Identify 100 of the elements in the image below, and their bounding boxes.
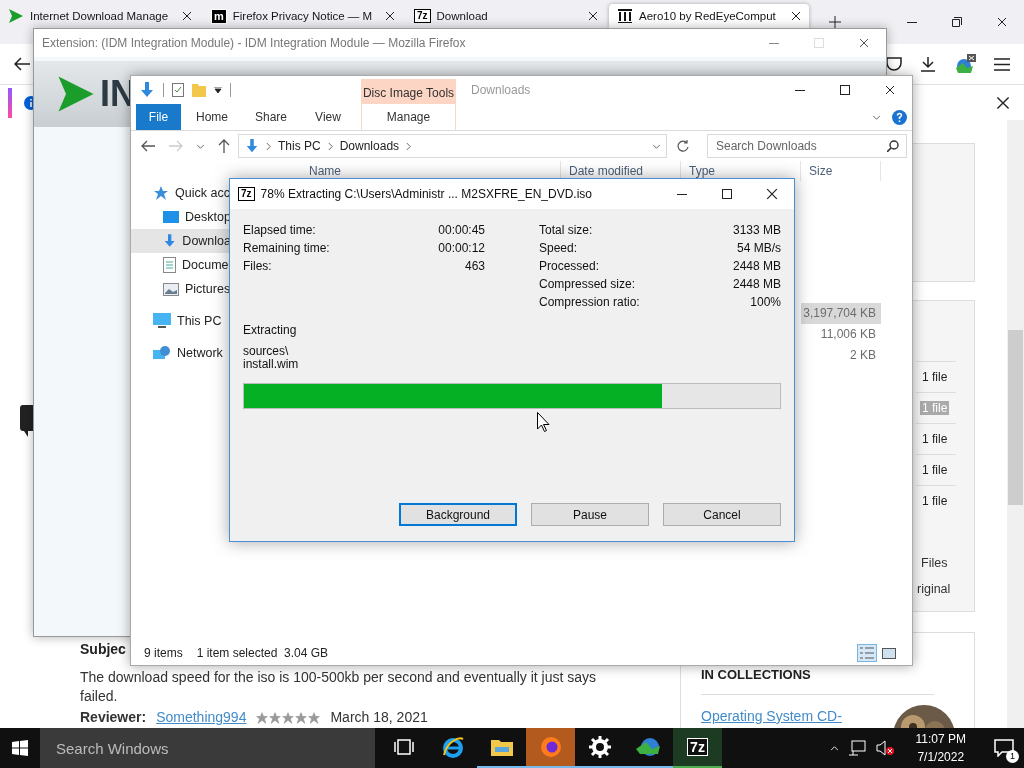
refresh-icon[interactable] bbox=[677, 140, 689, 152]
search-field[interactable]: Search Downloads bbox=[707, 134, 907, 158]
back-icon[interactable] bbox=[14, 57, 30, 71]
nav-item[interactable]: Quick acc bbox=[131, 181, 231, 205]
breadcrumb-item[interactable]: Downloads bbox=[339, 139, 400, 153]
close-tab-icon[interactable] bbox=[182, 11, 192, 21]
close-icon[interactable] bbox=[996, 17, 1007, 27]
file-count: 1 file bbox=[921, 432, 949, 446]
browser-tab[interactable]: Aero10 by RedEyeComput bbox=[609, 4, 809, 28]
dropdown-icon[interactable] bbox=[214, 87, 222, 93]
folder-icon bbox=[490, 738, 513, 756]
browser-tab[interactable]: 7z Download bbox=[406, 4, 606, 28]
taskbar-app[interactable]: 7z bbox=[673, 728, 722, 768]
nav-item[interactable]: Desktop bbox=[131, 205, 231, 229]
document-icon bbox=[163, 257, 176, 273]
help-icon[interactable] bbox=[892, 109, 907, 125]
desktop-icon bbox=[163, 210, 179, 224]
nav-item[interactable]: This PC bbox=[131, 309, 231, 333]
clock-date[interactable]: 7/1/2022 bbox=[917, 748, 965, 766]
close-icon[interactable] bbox=[765, 188, 778, 200]
reviewer-link[interactable]: Something994 bbox=[156, 708, 247, 727]
chevron-icon bbox=[405, 142, 413, 150]
star-icon bbox=[282, 711, 295, 724]
stat-value: 3133 MB bbox=[732, 223, 781, 237]
start-icon[interactable] bbox=[12, 740, 28, 756]
nav-item[interactable]: Pictures bbox=[131, 277, 231, 301]
download-arrow-icon bbox=[245, 139, 259, 153]
section-heading: IN COLLECTIONS bbox=[701, 667, 812, 682]
scrollbar[interactable] bbox=[1007, 120, 1024, 728]
ribbon-tab[interactable]: File bbox=[136, 104, 181, 130]
logo-arrow-icon bbox=[56, 74, 96, 114]
operation-label: Extracting bbox=[243, 323, 298, 337]
close-tab-icon[interactable] bbox=[791, 11, 801, 21]
star-icon bbox=[308, 711, 321, 724]
minimize-icon[interactable] bbox=[906, 21, 917, 23]
restore-icon[interactable] bbox=[951, 17, 962, 27]
properties-icon[interactable] bbox=[172, 83, 184, 97]
star-icon bbox=[256, 711, 269, 724]
status-text: 1 item selected 3.04 GB bbox=[196, 646, 329, 660]
ribbon-tab[interactable]: Manage bbox=[361, 104, 456, 130]
fox-globe-icon bbox=[538, 735, 563, 759]
nav-item[interactable]: Network bbox=[131, 341, 231, 365]
browser-e-icon bbox=[440, 735, 465, 759]
network-icon[interactable] bbox=[847, 740, 866, 756]
picture-icon bbox=[163, 282, 179, 296]
context-tab-group: Disc Image Tools bbox=[361, 79, 456, 107]
window-title: Downloads bbox=[471, 83, 531, 97]
back-icon[interactable] bbox=[141, 140, 155, 152]
menu-icon[interactable] bbox=[994, 57, 1010, 71]
breadcrumb-item[interactable]: This PC bbox=[278, 139, 321, 153]
minimize-icon[interactable] bbox=[676, 193, 687, 195]
stat-value: 54 MB/s bbox=[737, 241, 781, 255]
close-icon[interactable] bbox=[858, 38, 869, 48]
computer-icon bbox=[153, 313, 171, 329]
review-date: March 18, 2021 bbox=[330, 708, 428, 727]
close-tab-icon[interactable] bbox=[385, 11, 395, 21]
speech-bubble-icon bbox=[20, 405, 34, 437]
stat-value: 463 bbox=[464, 259, 485, 273]
clock-time[interactable]: 11:07 PM bbox=[915, 730, 966, 748]
status-text: 9 items bbox=[144, 646, 183, 660]
files-link[interactable]: Files bbox=[921, 556, 974, 570]
column-header[interactable]: Size bbox=[801, 161, 881, 181]
dialog-button[interactable]: Cancel bbox=[663, 503, 781, 526]
stat-value: 100% bbox=[750, 295, 781, 309]
original-link[interactable]: riginal bbox=[917, 582, 974, 596]
browser-tab[interactable]: m Firefox Privacy Notice — M bbox=[203, 4, 403, 28]
file-path: sources\ bbox=[243, 345, 290, 358]
speaker-muted-icon[interactable] bbox=[875, 740, 894, 756]
stat-label: Compression ratio: bbox=[539, 295, 640, 309]
stat-label: Speed: bbox=[539, 241, 578, 255]
dialog-button[interactable]: Pause bbox=[531, 503, 649, 526]
pocket-icon[interactable] bbox=[886, 56, 902, 72]
arrow-icon bbox=[8, 8, 24, 24]
maximize-icon[interactable] bbox=[839, 85, 850, 95]
notification-icon[interactable] bbox=[994, 739, 1014, 757]
search-field[interactable]: Search Windows bbox=[40, 728, 375, 768]
close-icon[interactable] bbox=[884, 85, 895, 95]
settings-icon bbox=[588, 736, 611, 758]
stat-value: 00:00:12 bbox=[438, 241, 485, 255]
close-tab-icon[interactable] bbox=[588, 11, 598, 21]
nav-item[interactable]: Docume bbox=[131, 253, 231, 277]
notification-count: 1 bbox=[1006, 750, 1019, 763]
dialog-button[interactable]: Background bbox=[399, 503, 517, 526]
star-icon bbox=[153, 185, 169, 201]
file-count: 1 file bbox=[920, 401, 950, 415]
extension-icon[interactable] bbox=[954, 54, 976, 74]
address-bar[interactable]: This PC Downloads bbox=[238, 134, 667, 158]
new-tab-icon[interactable] bbox=[828, 16, 841, 28]
close-icon[interactable] bbox=[996, 95, 1010, 110]
recent-locations-icon bbox=[197, 142, 204, 150]
up-icon[interactable] bbox=[218, 139, 230, 153]
address-dropdown-icon bbox=[653, 142, 660, 150]
file-path: install.wim bbox=[243, 358, 300, 371]
download-icon[interactable] bbox=[920, 56, 936, 72]
maximize-icon[interactable] bbox=[721, 189, 732, 199]
columns-building-icon bbox=[617, 8, 633, 24]
browser-tab[interactable]: Internet Download Manage bbox=[0, 4, 200, 28]
minimize-icon[interactable] bbox=[794, 89, 805, 91]
collection-link[interactable]: Operating System CD- bbox=[701, 708, 842, 724]
stat-value: 2448 MB bbox=[732, 259, 781, 273]
